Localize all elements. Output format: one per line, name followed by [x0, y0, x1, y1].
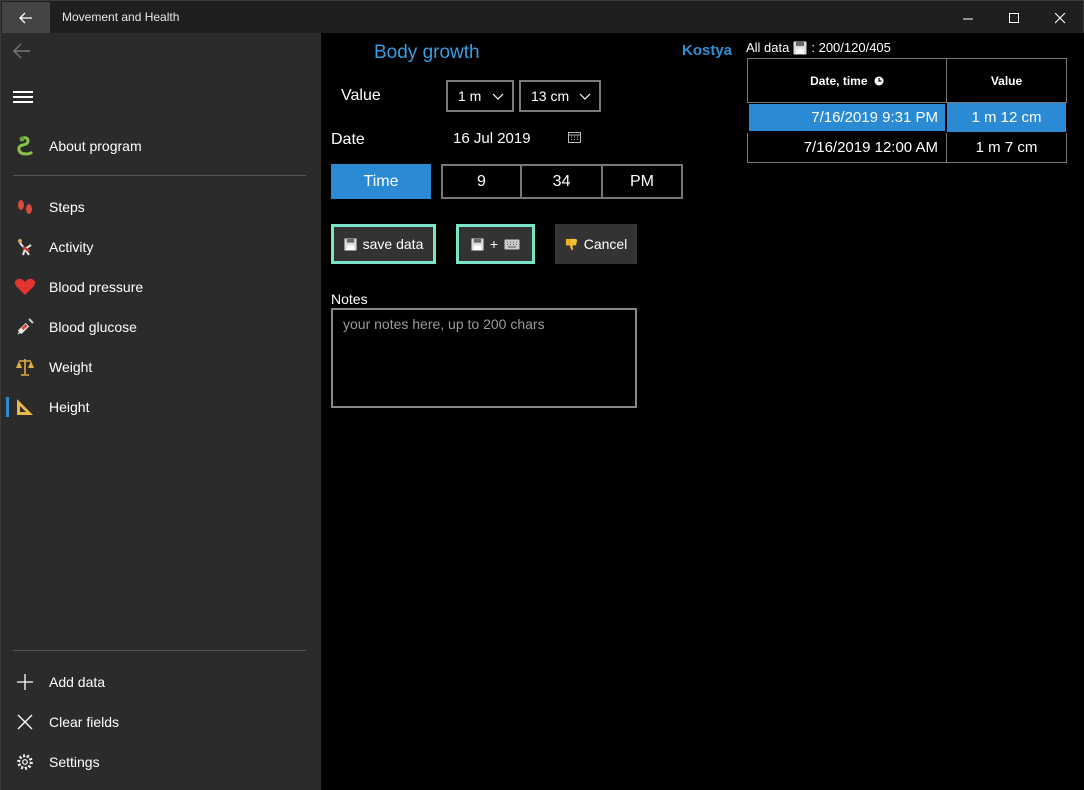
save-button[interactable]: save data: [331, 224, 436, 264]
table-row[interactable]: 7/16/2019 12:00 AM 1 m 7 cm: [747, 132, 1067, 163]
all-data-counts: : 200/120/405: [811, 40, 891, 55]
centimeters-dropdown[interactable]: 13 cm: [519, 80, 601, 112]
gear-icon: [1, 753, 49, 771]
floppy-disk-icon: [344, 237, 357, 251]
data-table: Date, time Value 7/16/2019 9:31 PM 1 m 1…: [747, 58, 1067, 163]
sidebar-divider: [13, 650, 306, 651]
snake-icon: [1, 136, 49, 156]
heart-icon: [1, 277, 49, 297]
floppy-disk-icon: [471, 237, 484, 251]
clock-icon: [874, 76, 884, 85]
close-icon: [1, 713, 49, 731]
hamburger-menu-button[interactable]: [13, 91, 33, 105]
all-data-label: All data: [746, 40, 790, 55]
row-value: 1 m 7 cm: [946, 132, 1067, 163]
calendar-icon[interactable]: [568, 131, 581, 143]
sidebar-item-height[interactable]: Height: [1, 387, 322, 427]
cancel-button[interactable]: Cancel: [555, 224, 637, 264]
row-value: 1 m 12 cm: [946, 102, 1067, 133]
row-date: 7/16/2019 9:31 PM: [747, 102, 947, 133]
date-picker[interactable]: 16 Jul 2019: [453, 130, 531, 147]
chevron-down-icon: [579, 93, 591, 100]
add-data-button[interactable]: Add data: [1, 662, 322, 702]
nav-back-button[interactable]: [13, 43, 33, 63]
sidebar-item-blood-pressure[interactable]: Blood pressure: [1, 267, 322, 307]
clear-fields-button[interactable]: Clear fields: [1, 702, 322, 742]
arrow-left-icon: [13, 43, 30, 59]
value-label: Value: [341, 87, 381, 104]
close-window-button[interactable]: [1037, 2, 1083, 34]
sidebar-item-weight[interactable]: Weight: [1, 347, 322, 387]
scales-icon: [1, 357, 49, 377]
syringe-icon: [1, 317, 49, 337]
sidebar-item-blood-glucose[interactable]: Blood glucose: [1, 307, 322, 347]
sidebar: About program Steps Activity Blood press…: [0, 33, 321, 790]
meters-dropdown[interactable]: 1 m: [446, 80, 514, 112]
sidebar-item-activity[interactable]: Activity: [1, 227, 322, 267]
floppy-disk-icon: [793, 41, 807, 54]
main-content: Body growth Kostya All data : 200/120/40…: [321, 33, 1084, 790]
maximize-button[interactable]: [991, 2, 1037, 34]
date-label: Date: [331, 131, 365, 148]
notes-label: Notes: [331, 291, 368, 307]
column-header-date[interactable]: Date, time: [747, 58, 947, 103]
keyboard-icon: [504, 239, 520, 249]
all-data-summary: All data : 200/120/405: [746, 40, 891, 55]
title-bar: Movement and Health: [0, 0, 1084, 34]
gymnast-icon: [1, 237, 49, 257]
user-name[interactable]: Kostya: [682, 42, 732, 59]
close-icon: [1054, 12, 1065, 23]
minute-picker[interactable]: 34: [520, 164, 603, 199]
triangle-ruler-icon: [1, 397, 49, 417]
time-button[interactable]: Time: [331, 164, 431, 199]
notes-field[interactable]: [331, 308, 637, 408]
plus-icon: [1, 673, 49, 691]
arrow-left-icon: [19, 12, 32, 24]
window-title: Movement and Health: [62, 10, 180, 24]
settings-button[interactable]: Settings: [1, 742, 322, 782]
minimize-icon: [962, 18, 973, 19]
maximize-icon: [1008, 12, 1019, 23]
footprints-icon: [1, 197, 49, 217]
column-header-value[interactable]: Value: [946, 58, 1067, 103]
thumbs-down-icon: [565, 238, 577, 250]
ampm-picker[interactable]: PM: [601, 164, 683, 199]
row-date: 7/16/2019 12:00 AM: [747, 132, 947, 163]
sidebar-item-steps[interactable]: Steps: [1, 187, 322, 227]
window-back-button[interactable]: [2, 2, 50, 34]
sidebar-item-about[interactable]: About program: [1, 126, 322, 166]
table-header-row: Date, time Value: [747, 58, 1067, 103]
hour-picker[interactable]: 9: [441, 164, 522, 199]
chevron-down-icon: [492, 93, 504, 100]
minimize-button[interactable]: [945, 2, 991, 34]
page-title: Body growth: [374, 42, 480, 63]
table-row[interactable]: 7/16/2019 9:31 PM 1 m 12 cm: [747, 102, 1067, 133]
save-and-keyboard-button[interactable]: +: [456, 224, 535, 264]
sidebar-divider: [13, 175, 306, 176]
